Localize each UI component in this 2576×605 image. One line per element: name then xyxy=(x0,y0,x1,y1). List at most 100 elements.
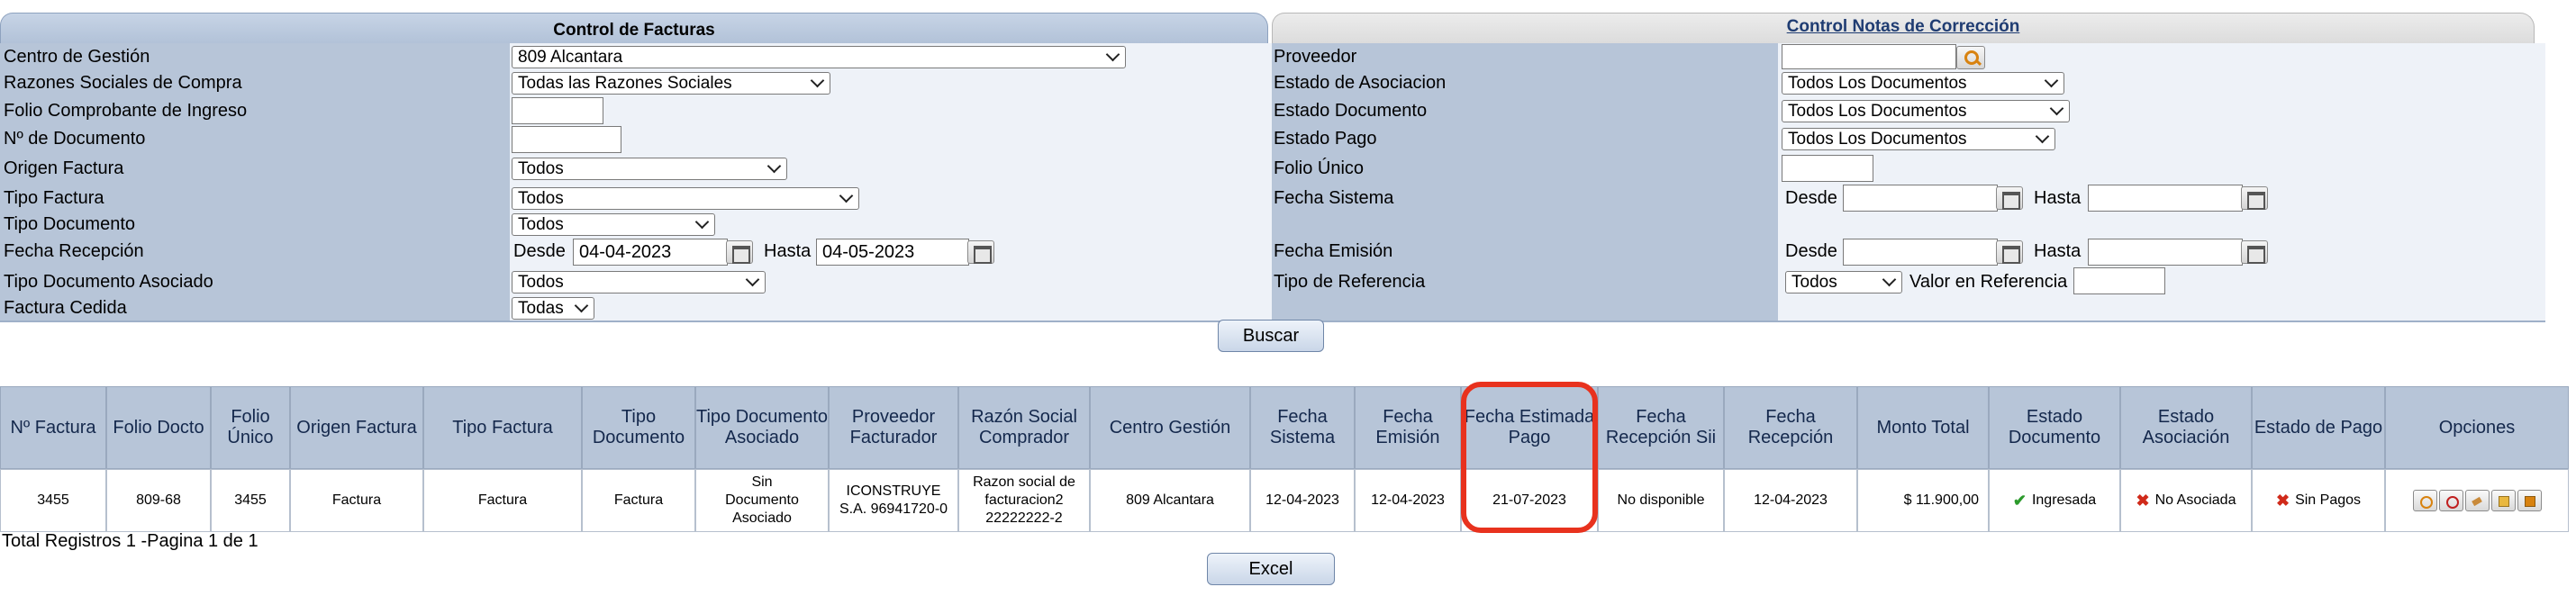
tipo-doc-asociado-select[interactable]: Todos xyxy=(512,271,766,293)
estado-documento-label: Estado Documento xyxy=(1274,101,1428,121)
estado-documento-select[interactable]: Todos Los Documentos xyxy=(1782,100,2070,122)
estado-pago-label: Estado Pago xyxy=(1274,129,1377,149)
cell-opciones xyxy=(2385,469,2569,532)
tipo-documento-select[interactable]: Todos xyxy=(512,213,715,236)
calendar-icon[interactable] xyxy=(967,240,994,264)
cell-folio-unico: 3455 xyxy=(211,469,290,532)
fecha-sistema-desde-input[interactable] xyxy=(1843,185,1998,212)
cell-razon-social: Razon social de facturacion2 22222222-2 xyxy=(958,469,1090,532)
chevron-down-icon xyxy=(2035,129,2050,144)
fecha-sistema-desde-label: Desde xyxy=(1785,188,1837,208)
header-estado-pago: Estado de Pago xyxy=(2252,386,2385,469)
tipo-referencia-value: Todos xyxy=(1791,273,1837,292)
fecha-sistema-hasta-label: Hasta xyxy=(2034,188,2082,208)
header-centro-gestion: Centro Gestión xyxy=(1090,386,1250,469)
excel-button[interactable]: Excel xyxy=(1207,553,1335,585)
num-documento-input[interactable] xyxy=(512,126,621,153)
chevron-down-icon xyxy=(694,214,710,230)
estado-pago-value: Todos Los Documentos xyxy=(1788,130,1967,149)
cancel-icon[interactable] xyxy=(2438,490,2463,511)
origen-factura-value: Todos xyxy=(518,159,564,178)
header-tipo-doc-asociado: Tipo Documento Asociado xyxy=(695,386,829,469)
chevron-down-icon xyxy=(745,272,760,287)
estado-asociacion-select[interactable]: Todos Los Documentos xyxy=(1782,72,2064,95)
check-icon: ✔ xyxy=(2012,492,2027,510)
cell-tipo-documento: Factura xyxy=(582,469,695,532)
buscar-button[interactable]: Buscar xyxy=(1218,320,1324,352)
fecha-recepcion-desde-input[interactable]: 04-04-2023 xyxy=(573,239,728,266)
fecha-recepcion-hasta-input[interactable]: 04-05-2023 xyxy=(816,239,969,266)
tipo-doc-asociado-label: Tipo Documento Asociado xyxy=(4,272,213,292)
proveedor-input[interactable] xyxy=(1782,44,1956,69)
folio-comprobante-input[interactable] xyxy=(512,97,603,124)
buscar-button-label: Buscar xyxy=(1242,326,1300,346)
fecha-recepcion-label: Fecha Recepción xyxy=(4,241,144,261)
header-folio-docto: Folio Docto xyxy=(106,386,211,469)
print-icon[interactable] xyxy=(2517,490,2542,511)
cell-tipo-doc-asociado: Sin Documento Asociado xyxy=(695,469,829,532)
cell-monto-total: $ 11.900,00 xyxy=(1857,469,1989,532)
edit-icon[interactable] xyxy=(2464,490,2490,511)
fecha-emision-desde-input[interactable] xyxy=(1843,239,1998,266)
header-fecha-sistema: Fecha Sistema xyxy=(1250,386,1355,469)
razones-sociales-value: Todas las Razones Sociales xyxy=(518,74,732,93)
calendar-icon[interactable] xyxy=(1996,186,2023,210)
header-origen-factura: Origen Factura xyxy=(290,386,423,469)
calendar-icon[interactable] xyxy=(1996,240,2023,264)
cell-folio-docto: 809-68 xyxy=(106,469,211,532)
cell-centro-gestion: 809 Alcantara xyxy=(1090,469,1250,532)
folio-comprobante-label: Folio Comprobante de Ingreso xyxy=(4,101,248,121)
fecha-estimada-pago-highlight xyxy=(1461,382,1598,533)
tab-control-notas-correccion-label: Control Notas de Corrección xyxy=(1786,17,2020,36)
tipo-factura-select[interactable]: Todos xyxy=(512,187,859,210)
tipo-documento-label: Tipo Documento xyxy=(4,214,135,234)
valor-referencia-label: Valor en Referencia xyxy=(1909,272,2068,292)
header-folio-unico: Folio Único xyxy=(211,386,290,469)
fecha-emision-desde-label: Desde xyxy=(1785,241,1837,261)
calendar-icon[interactable] xyxy=(726,240,753,264)
factura-cedida-label: Factura Cedida xyxy=(4,298,127,318)
chevron-down-icon xyxy=(1882,272,1897,287)
centro-gestion-select[interactable]: 809 Alcantara xyxy=(512,46,1126,68)
cell-fecha-recepcion: 12-04-2023 xyxy=(1724,469,1857,532)
estado-pago-select[interactable]: Todos Los Documentos xyxy=(1782,128,2055,150)
header-estado-documento: Estado Documento xyxy=(1989,386,2120,469)
document-icon[interactable] xyxy=(2490,490,2516,511)
factura-cedida-select[interactable]: Todas xyxy=(512,297,594,320)
header-fecha-recepcion-sii: Fecha Recepción Sii xyxy=(1598,386,1724,469)
calendar-icon[interactable] xyxy=(2241,240,2268,264)
header-opciones: Opciones xyxy=(2385,386,2569,469)
calendar-icon[interactable] xyxy=(2241,186,2268,210)
cell-estado-asociacion: ✖ No Asociada xyxy=(2120,469,2252,532)
cell-fecha-sistema: 12-04-2023 xyxy=(1250,469,1355,532)
chevron-down-icon xyxy=(2049,101,2064,116)
chevron-down-icon xyxy=(2044,73,2059,88)
valor-referencia-input[interactable] xyxy=(2073,267,2165,294)
view-icon[interactable] xyxy=(2412,490,2437,511)
factura-cedida-value: Todas xyxy=(518,299,564,318)
folio-unico-input[interactable] xyxy=(1782,155,1873,182)
header-razon-social: Razón Social Comprador xyxy=(958,386,1090,469)
razones-sociales-label: Razones Sociales de Compra xyxy=(4,73,242,93)
header-n-factura: Nº Factura xyxy=(0,386,106,469)
folio-unico-label: Folio Único xyxy=(1274,158,1365,178)
proveedor-label: Proveedor xyxy=(1274,47,1357,67)
cell-tipo-factura: Factura xyxy=(423,469,582,532)
header-tipo-documento: Tipo Documento xyxy=(582,386,695,469)
header-tipo-factura: Tipo Factura xyxy=(423,386,582,469)
estado-documento-text: Ingresada xyxy=(2031,492,2097,508)
tipo-referencia-select[interactable]: Todos xyxy=(1785,271,1902,293)
cell-estado-documento: ✔ Ingresada xyxy=(1989,469,2120,532)
num-documento-label: Nº de Documento xyxy=(4,129,146,149)
tab-control-facturas[interactable]: Control de Facturas xyxy=(0,13,1268,43)
estado-asociacion-label: Estado de Asociacion xyxy=(1274,73,1447,93)
razones-sociales-select[interactable]: Todas las Razones Sociales xyxy=(512,72,830,95)
tab-control-notas-correccion[interactable]: Control Notas de Corrección xyxy=(1272,13,2535,43)
fecha-sistema-hasta-input[interactable] xyxy=(2088,185,2243,212)
excel-button-label: Excel xyxy=(1248,559,1293,579)
cell-n-factura: 3455 xyxy=(0,469,106,532)
origen-factura-select[interactable]: Todos xyxy=(512,158,787,180)
fecha-emision-hasta-input[interactable] xyxy=(2088,239,2243,266)
search-icon[interactable] xyxy=(1956,46,1985,69)
chevron-down-icon xyxy=(839,188,854,203)
